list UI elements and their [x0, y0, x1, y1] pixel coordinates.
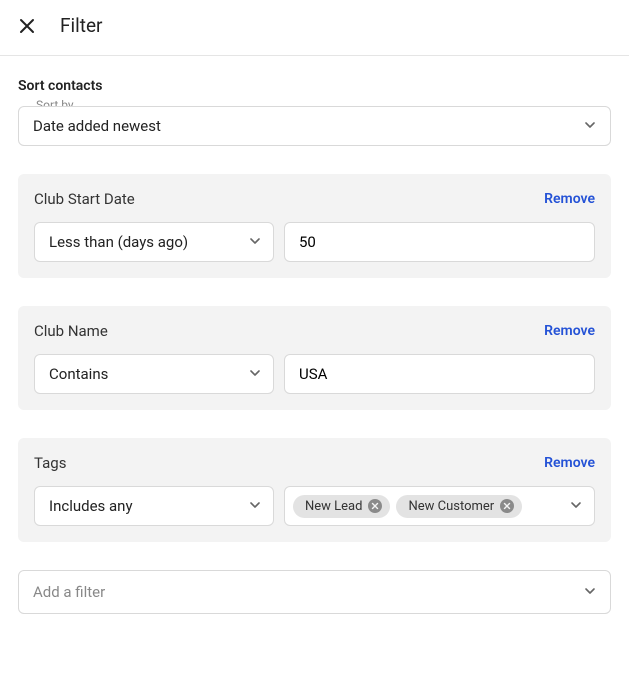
- filter-value-wrapper: [284, 354, 595, 394]
- filter-operator-value: Includes any: [49, 497, 133, 515]
- filter-card: Tags Remove Includes any New Lead New Cu…: [18, 438, 611, 542]
- remove-tag-icon[interactable]: [368, 499, 382, 513]
- remove-tag-icon[interactable]: [500, 499, 514, 513]
- filter-title: Tags: [34, 454, 66, 472]
- close-icon[interactable]: [18, 17, 36, 35]
- sort-contacts-label: Sort contacts: [18, 78, 611, 94]
- filter-row: Contains: [34, 354, 595, 394]
- filter-card-head: Club Name Remove: [34, 322, 595, 340]
- tag-chip: New Lead: [293, 495, 390, 518]
- filter-tags-input[interactable]: New Lead New Customer: [284, 486, 595, 526]
- sort-by-field: Sort by Date added newest: [18, 106, 611, 146]
- filter-card: Club Name Remove Contains: [18, 306, 611, 410]
- panel-content: Sort contacts Sort by Date added newest …: [0, 56, 629, 632]
- add-filter-placeholder: Add a filter: [33, 583, 105, 601]
- sort-by-select[interactable]: Date added newest: [18, 106, 611, 146]
- tag-chip-label: New Customer: [408, 499, 494, 514]
- filter-row: Less than (days ago): [34, 222, 595, 262]
- filter-title: Club Start Date: [34, 190, 135, 208]
- add-filter-select[interactable]: Add a filter: [18, 570, 611, 614]
- filter-row: Includes any New Lead New Customer: [34, 486, 595, 526]
- chevron-down-icon: [249, 365, 261, 383]
- tag-chip-label: New Lead: [305, 499, 362, 514]
- filter-value-wrapper: [284, 222, 595, 262]
- filter-operator-select[interactable]: Contains: [34, 354, 274, 394]
- filter-value-input[interactable]: [299, 233, 580, 251]
- chevron-down-icon: [584, 117, 596, 135]
- filter-title: Club Name: [34, 322, 108, 340]
- chevron-down-icon: [584, 583, 596, 601]
- filter-operator-value: Contains: [49, 365, 108, 383]
- filter-operator-select[interactable]: Includes any: [34, 486, 274, 526]
- chevron-down-icon: [249, 233, 261, 251]
- filter-operator-select[interactable]: Less than (days ago): [34, 222, 274, 262]
- chevron-down-icon: [570, 497, 582, 515]
- chevron-down-icon: [249, 497, 261, 515]
- remove-filter-link[interactable]: Remove: [544, 191, 595, 207]
- remove-filter-link[interactable]: Remove: [544, 323, 595, 339]
- filter-value-input[interactable]: [299, 365, 580, 383]
- filter-card-head: Club Start Date Remove: [34, 190, 595, 208]
- sort-by-value: Date added newest: [33, 117, 161, 135]
- tag-chip: New Customer: [396, 495, 522, 518]
- filter-operator-value: Less than (days ago): [49, 233, 188, 251]
- remove-filter-link[interactable]: Remove: [544, 455, 595, 471]
- filter-card: Club Start Date Remove Less than (days a…: [18, 174, 611, 278]
- panel-header: Filter: [0, 0, 629, 56]
- filter-card-head: Tags Remove: [34, 454, 595, 472]
- panel-title: Filter: [60, 14, 102, 37]
